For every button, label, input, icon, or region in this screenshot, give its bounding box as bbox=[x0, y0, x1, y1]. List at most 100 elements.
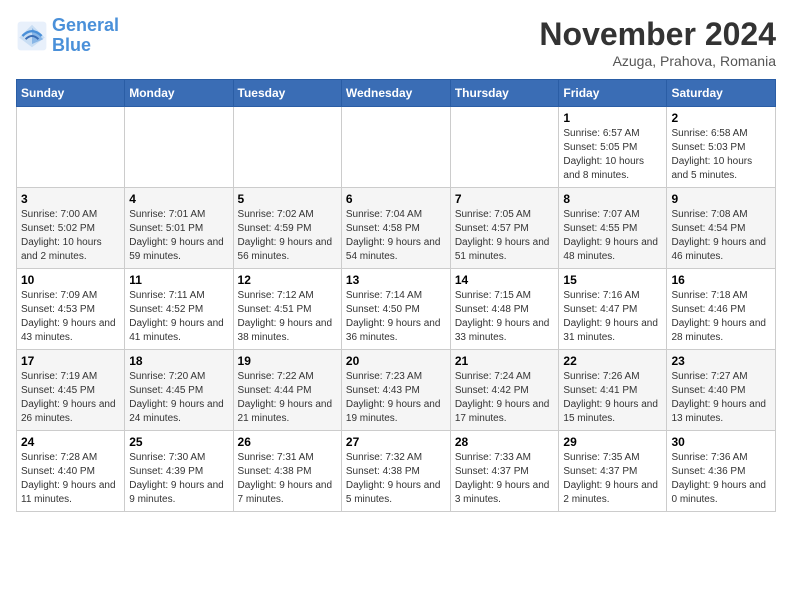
day-number: 18 bbox=[129, 354, 228, 368]
calendar-cell: 26 Sunrise: 7:31 AMSunset: 4:38 PMDayligh… bbox=[233, 431, 341, 512]
day-info: Sunrise: 7:30 AMSunset: 4:39 PMDaylight:… bbox=[129, 451, 228, 507]
day-info: Sunrise: 7:32 AMSunset: 4:38 PMDaylight:… bbox=[346, 451, 446, 507]
calendar-cell: 17Sunrise: 7:19 AMSunset: 4:45 PMDayligh… bbox=[17, 350, 125, 431]
calendar-cell: 10 Sunrise: 7:09 AMSunset: 4:53 PMDayligh… bbox=[17, 269, 125, 350]
day-info: Sunrise: 7:07 AMSunset: 4:55 PMDaylight:… bbox=[563, 208, 662, 264]
weekday-header-monday: Monday bbox=[125, 80, 233, 107]
day-number: 23 bbox=[671, 354, 771, 368]
calendar-cell: 12 Sunrise: 7:12 AMSunset: 4:51 PMDayligh… bbox=[233, 269, 341, 350]
day-info: Sunrise: 7:33 AMSunset: 4:37 PMDaylight:… bbox=[455, 451, 555, 507]
calendar-cell bbox=[233, 107, 341, 188]
day-number: 9 bbox=[671, 192, 771, 206]
day-info: Sunrise: 7:28 AMSunset: 4:40 PMDaylight:… bbox=[21, 451, 120, 507]
day-number: 2 bbox=[671, 111, 771, 125]
calendar-cell: 11 Sunrise: 7:11 AMSunset: 4:52 PMDayligh… bbox=[125, 269, 233, 350]
calendar-week-2: 3Sunrise: 7:00 AMSunset: 5:02 PMDaylight… bbox=[17, 188, 776, 269]
calendar-cell: 9 Sunrise: 7:08 AMSunset: 4:54 PMDaylight… bbox=[667, 188, 776, 269]
day-info: Sunrise: 7:09 AMSunset: 4:53 PMDaylight:… bbox=[21, 289, 120, 345]
day-info: Sunrise: 7:35 AMSunset: 4:37 PMDaylight:… bbox=[563, 451, 662, 507]
calendar-cell: 13Sunrise: 7:14 AMSunset: 4:50 PMDayligh… bbox=[341, 269, 450, 350]
day-number: 15 bbox=[563, 273, 662, 287]
calendar-cell: 27 Sunrise: 7:32 AMSunset: 4:38 PMDayligh… bbox=[341, 431, 450, 512]
day-info: Sunrise: 7:12 AMSunset: 4:51 PMDaylight:… bbox=[238, 289, 337, 345]
day-number: 14 bbox=[455, 273, 555, 287]
day-info: Sunrise: 7:04 AMSunset: 4:58 PMDaylight:… bbox=[346, 208, 446, 264]
calendar-week-1: 1Sunrise: 6:57 AMSunset: 5:05 PMDaylight… bbox=[17, 107, 776, 188]
day-number: 1 bbox=[563, 111, 662, 125]
weekday-header-tuesday: Tuesday bbox=[233, 80, 341, 107]
calendar-cell: 28 Sunrise: 7:33 AMSunset: 4:37 PMDayligh… bbox=[450, 431, 559, 512]
day-info: Sunrise: 7:18 AMSunset: 4:46 PMDaylight:… bbox=[671, 289, 771, 345]
day-number: 22 bbox=[563, 354, 662, 368]
logo-blue: Blue bbox=[52, 35, 91, 55]
calendar-week-4: 17Sunrise: 7:19 AMSunset: 4:45 PMDayligh… bbox=[17, 350, 776, 431]
day-number: 29 bbox=[563, 435, 662, 449]
calendar-cell: 7 Sunrise: 7:05 AMSunset: 4:57 PMDaylight… bbox=[450, 188, 559, 269]
title-block: November 2024 Azuga, Prahova, Romania bbox=[539, 16, 776, 69]
calendar-cell: 16 Sunrise: 7:18 AMSunset: 4:46 PMDayligh… bbox=[667, 269, 776, 350]
day-number: 10 bbox=[21, 273, 120, 287]
day-info: Sunrise: 7:26 AMSunset: 4:41 PMDaylight:… bbox=[563, 370, 662, 426]
day-number: 8 bbox=[563, 192, 662, 206]
logo-text: General Blue bbox=[52, 16, 119, 56]
calendar-week-3: 10 Sunrise: 7:09 AMSunset: 4:53 PMDayligh… bbox=[17, 269, 776, 350]
calendar-cell: 21 Sunrise: 7:24 AMSunset: 4:42 PMDayligh… bbox=[450, 350, 559, 431]
calendar-cell: 25 Sunrise: 7:30 AMSunset: 4:39 PMDayligh… bbox=[125, 431, 233, 512]
day-number: 27 bbox=[346, 435, 446, 449]
day-number: 16 bbox=[671, 273, 771, 287]
location: Azuga, Prahova, Romania bbox=[539, 53, 776, 69]
logo-general: General bbox=[52, 15, 119, 35]
day-number: 20 bbox=[346, 354, 446, 368]
day-number: 21 bbox=[455, 354, 555, 368]
day-number: 7 bbox=[455, 192, 555, 206]
calendar-cell: 8 Sunrise: 7:07 AMSunset: 4:55 PMDaylight… bbox=[559, 188, 667, 269]
logo-icon bbox=[16, 20, 48, 52]
calendar-cell: 18 Sunrise: 7:20 AMSunset: 4:45 PMDayligh… bbox=[125, 350, 233, 431]
day-number: 11 bbox=[129, 273, 228, 287]
calendar-cell: 6Sunrise: 7:04 AMSunset: 4:58 PMDaylight… bbox=[341, 188, 450, 269]
calendar-cell bbox=[17, 107, 125, 188]
day-info: Sunrise: 7:16 AMSunset: 4:47 PMDaylight:… bbox=[563, 289, 662, 345]
calendar-cell: 2 Sunrise: 6:58 AMSunset: 5:03 PMDaylight… bbox=[667, 107, 776, 188]
day-number: 25 bbox=[129, 435, 228, 449]
weekday-header-wednesday: Wednesday bbox=[341, 80, 450, 107]
day-info: Sunrise: 7:24 AMSunset: 4:42 PMDaylight:… bbox=[455, 370, 555, 426]
day-info: Sunrise: 7:27 AMSunset: 4:40 PMDaylight:… bbox=[671, 370, 771, 426]
day-number: 26 bbox=[238, 435, 337, 449]
calendar-cell: 22 Sunrise: 7:26 AMSunset: 4:41 PMDayligh… bbox=[559, 350, 667, 431]
calendar-cell: 29 Sunrise: 7:35 AMSunset: 4:37 PMDayligh… bbox=[559, 431, 667, 512]
logo: General Blue bbox=[16, 16, 119, 56]
calendar-cell: 15 Sunrise: 7:16 AMSunset: 4:47 PMDayligh… bbox=[559, 269, 667, 350]
day-number: 5 bbox=[238, 192, 337, 206]
day-info: Sunrise: 7:11 AMSunset: 4:52 PMDaylight:… bbox=[129, 289, 228, 345]
day-info: Sunrise: 7:08 AMSunset: 4:54 PMDaylight:… bbox=[671, 208, 771, 264]
calendar-week-5: 24Sunrise: 7:28 AMSunset: 4:40 PMDayligh… bbox=[17, 431, 776, 512]
day-info: Sunrise: 7:15 AMSunset: 4:48 PMDaylight:… bbox=[455, 289, 555, 345]
day-info: Sunrise: 7:20 AMSunset: 4:45 PMDaylight:… bbox=[129, 370, 228, 426]
day-info: Sunrise: 6:58 AMSunset: 5:03 PMDaylight:… bbox=[671, 127, 771, 183]
day-info: Sunrise: 7:31 AMSunset: 4:38 PMDaylight:… bbox=[238, 451, 337, 507]
day-number: 28 bbox=[455, 435, 555, 449]
weekday-header-sunday: Sunday bbox=[17, 80, 125, 107]
day-number: 12 bbox=[238, 273, 337, 287]
day-info: Sunrise: 7:19 AMSunset: 4:45 PMDaylight:… bbox=[21, 370, 120, 426]
day-number: 3 bbox=[21, 192, 120, 206]
weekday-header-thursday: Thursday bbox=[450, 80, 559, 107]
calendar-cell: 4Sunrise: 7:01 AMSunset: 5:01 PMDaylight… bbox=[125, 188, 233, 269]
day-number: 19 bbox=[238, 354, 337, 368]
calendar-cell bbox=[341, 107, 450, 188]
weekday-header-friday: Friday bbox=[559, 80, 667, 107]
calendar-header: SundayMondayTuesdayWednesdayThursdayFrid… bbox=[17, 80, 776, 107]
day-info: Sunrise: 7:05 AMSunset: 4:57 PMDaylight:… bbox=[455, 208, 555, 264]
calendar-cell bbox=[450, 107, 559, 188]
day-info: Sunrise: 7:23 AMSunset: 4:43 PMDaylight:… bbox=[346, 370, 446, 426]
calendar-cell: 24Sunrise: 7:28 AMSunset: 4:40 PMDayligh… bbox=[17, 431, 125, 512]
day-number: 30 bbox=[671, 435, 771, 449]
day-info: Sunrise: 7:02 AMSunset: 4:59 PMDaylight:… bbox=[238, 208, 337, 264]
calendar-cell: 19Sunrise: 7:22 AMSunset: 4:44 PMDayligh… bbox=[233, 350, 341, 431]
calendar-cell: 14 Sunrise: 7:15 AMSunset: 4:48 PMDayligh… bbox=[450, 269, 559, 350]
calendar-cell: 30Sunrise: 7:36 AMSunset: 4:36 PMDayligh… bbox=[667, 431, 776, 512]
calendar-cell: 20 Sunrise: 7:23 AMSunset: 4:43 PMDayligh… bbox=[341, 350, 450, 431]
day-info: Sunrise: 7:14 AMSunset: 4:50 PMDaylight:… bbox=[346, 289, 446, 345]
weekday-header-saturday: Saturday bbox=[667, 80, 776, 107]
